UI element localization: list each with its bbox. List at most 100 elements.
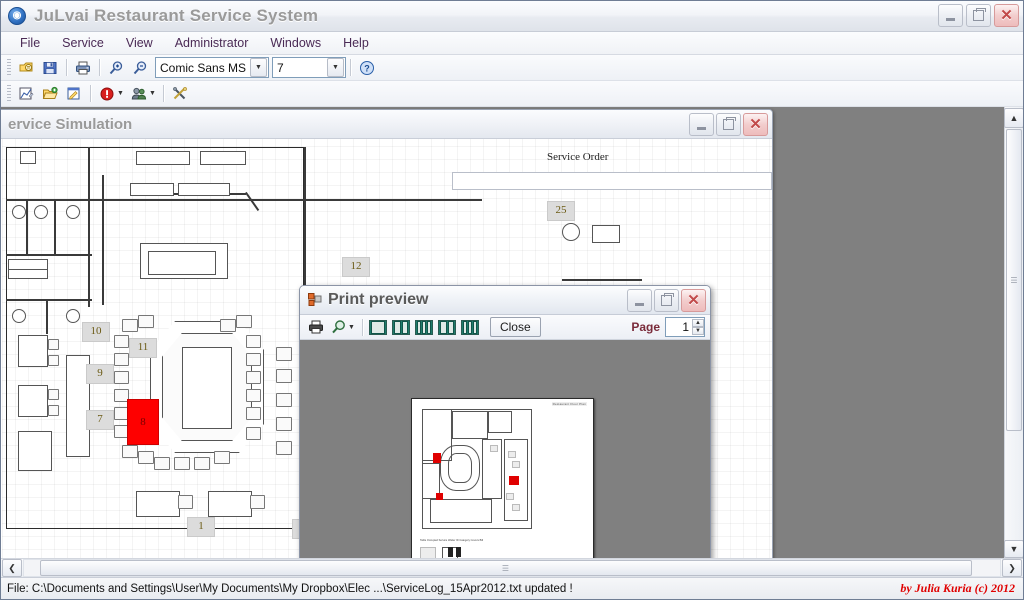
alert-button[interactable] xyxy=(95,82,119,105)
staff-button[interactable] xyxy=(127,82,151,105)
menu-help[interactable]: Help xyxy=(332,34,380,52)
four-page-view-button[interactable] xyxy=(436,317,459,338)
minimize-button[interactable] xyxy=(938,4,963,27)
print-button[interactable] xyxy=(71,56,95,79)
scroll-up-button[interactable]: ▲ xyxy=(1004,108,1023,128)
printer-icon xyxy=(76,61,90,74)
chevron-down-icon[interactable]: ▼ xyxy=(692,327,704,335)
tools-button[interactable] xyxy=(168,82,192,105)
wall-segment xyxy=(302,199,482,201)
preview-restore-button[interactable] xyxy=(654,289,679,312)
preview-print-button[interactable] xyxy=(304,317,327,338)
preview-zoom-button[interactable] xyxy=(327,317,350,338)
svg-text:?: ? xyxy=(364,63,370,73)
mini-occupied-table xyxy=(433,453,441,463)
menu-file[interactable]: File xyxy=(9,34,51,52)
author-credit: by Julia Kuria (c) 2012 xyxy=(900,581,1015,595)
chair xyxy=(48,355,59,366)
chevron-down-icon[interactable]: ▼ xyxy=(327,58,344,77)
table-tag-1[interactable]: 1 xyxy=(187,517,215,537)
chevron-down-icon[interactable]: ▼ xyxy=(250,58,267,77)
mdi-vertical-scrollbar[interactable]: ▲ ☰ ▼ xyxy=(1004,107,1023,577)
service-order-row[interactable] xyxy=(452,172,772,190)
menu-service[interactable]: Service xyxy=(51,34,115,52)
scroll-right-button[interactable]: ❯ xyxy=(1002,559,1022,577)
toolbar-separator xyxy=(162,85,164,102)
zoom-dropdown-icon[interactable]: ▼ xyxy=(348,324,358,331)
fixture xyxy=(592,225,620,243)
table-tag-8[interactable]: 8 xyxy=(127,399,159,445)
table-tag-25[interactable]: 25 xyxy=(547,201,575,221)
plan-chart-button[interactable] xyxy=(14,82,38,105)
scroll-left-button[interactable]: ❮ xyxy=(2,559,22,577)
chevron-up-icon[interactable]: ▲ xyxy=(692,319,704,327)
table-tag-11[interactable]: 11 xyxy=(129,338,157,358)
restore-button[interactable] xyxy=(966,4,991,27)
restore-icon xyxy=(973,8,986,21)
print-preview-titlebar: Print preview ✕ xyxy=(300,286,710,315)
table-top xyxy=(208,491,252,517)
chair xyxy=(174,457,190,470)
six-page-view-button[interactable] xyxy=(459,317,482,338)
chair xyxy=(276,393,292,407)
print-preview-canvas[interactable]: Restaurant Floor Plan Table Occupied Ser… xyxy=(300,340,710,577)
close-icon: ✕ xyxy=(1000,6,1013,24)
vertical-scroll-thumb[interactable]: ☰ xyxy=(1006,129,1022,431)
preview-page[interactable]: Restaurant Floor Plan Table Occupied Ser… xyxy=(411,398,594,577)
one-page-view-button[interactable] xyxy=(367,317,390,338)
close-button[interactable]: ✕ xyxy=(994,4,1019,27)
print-preview-title: Print preview xyxy=(328,291,429,308)
application-window: ◉ JuLvai Restaurant Service System ✕ Fil… xyxy=(0,0,1024,600)
toolbar-separator xyxy=(350,59,351,76)
menu-view[interactable]: View xyxy=(115,34,164,52)
preview-close-button[interactable]: ✕ xyxy=(681,289,706,312)
toolbar-grip[interactable] xyxy=(7,85,11,102)
chair xyxy=(122,445,138,458)
toolbar-grip[interactable] xyxy=(7,59,11,76)
table-tag-12[interactable]: 12 xyxy=(342,257,370,277)
preview-pages-icon xyxy=(308,293,322,306)
print-preview-window-controls: ✕ xyxy=(627,289,706,312)
table-tag-9[interactable]: 9 xyxy=(86,364,114,384)
new-document-button[interactable] xyxy=(14,56,38,79)
child-minimize-button[interactable] xyxy=(689,113,714,136)
zoom-out-button[interactable] xyxy=(128,56,152,79)
font-family-select[interactable]: Comic Sans MS ▼ xyxy=(155,57,269,78)
fixture xyxy=(12,309,26,323)
scroll-down-button[interactable]: ▼ xyxy=(1004,540,1023,558)
page-number-stepper[interactable]: 1 ▲ ▼ xyxy=(665,317,705,337)
edit-note-button[interactable] xyxy=(62,82,86,105)
child-close-button[interactable]: ✕ xyxy=(743,113,768,136)
table-tag-7[interactable]: 7 xyxy=(86,410,114,430)
three-page-view-button[interactable] xyxy=(413,317,436,338)
horizontal-scroll-thumb[interactable]: ☰ xyxy=(40,560,972,576)
font-size-select[interactable]: 7 ▼ xyxy=(272,57,346,78)
menu-administrator[interactable]: Administrator xyxy=(164,34,260,52)
help-button[interactable]: ? xyxy=(355,56,379,79)
mini-table xyxy=(506,493,514,500)
open-folder-button[interactable] xyxy=(38,82,62,105)
mini-room xyxy=(488,411,512,433)
zoom-in-button[interactable] xyxy=(104,56,128,79)
preview-close-text-button[interactable]: Close xyxy=(489,317,541,337)
mdi-horizontal-scrollbar[interactable]: ❮ ☰ ❯ xyxy=(1,558,1023,577)
table-tag-10[interactable]: 10 xyxy=(82,322,110,342)
menu-windows[interactable]: Windows xyxy=(259,34,332,52)
toolbar-separator xyxy=(66,59,67,76)
fixture xyxy=(20,151,36,164)
zoom-out-icon xyxy=(133,60,147,74)
child-restore-button[interactable] xyxy=(716,113,741,136)
save-button[interactable] xyxy=(38,56,62,79)
font-size-value: 7 xyxy=(277,60,284,75)
two-page-view-button[interactable] xyxy=(390,317,413,338)
stepper-buttons[interactable]: ▲ ▼ xyxy=(692,319,704,335)
wall-segment xyxy=(54,199,56,254)
print-preview-toolbar: ▼ Close Page 1 ▲ ▼ xyxy=(300,315,710,340)
users-icon xyxy=(131,87,147,99)
horizontal-scroll-track[interactable]: ☰ xyxy=(23,559,1001,577)
chair xyxy=(246,427,261,440)
preview-minimize-button[interactable] xyxy=(627,289,652,312)
toolbar-separator xyxy=(361,318,363,336)
wall-segment xyxy=(26,199,28,254)
booth xyxy=(18,335,48,367)
